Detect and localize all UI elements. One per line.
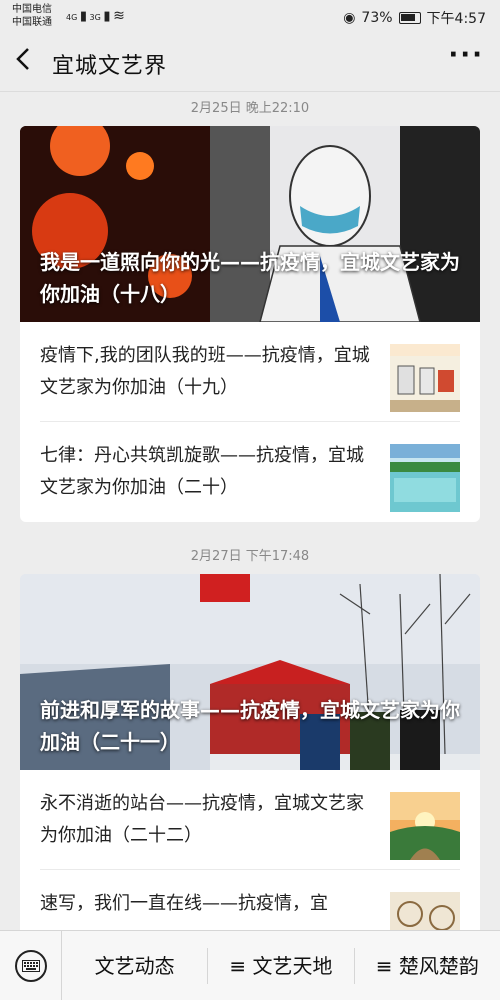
cover-title: 前进和厚军的故事——抗疫情，宜城文艺家为你加油（二十一） (40, 698, 460, 754)
article-title: 疫情下,我的团队我的班——抗疫情，宜城文艺家为你加油（十九） (40, 345, 370, 398)
page-title: 宜城文艺界 (52, 54, 168, 79)
article-thumbnail (390, 792, 460, 860)
signal-indicator: 4G ▮ 3G ▮ ≋ (66, 8, 125, 24)
menu-item-chufeng-chuyun[interactable]: ≡ 楚风楚韵 (355, 948, 500, 984)
thumbnail-image (390, 344, 460, 412)
keyboard-glyph (21, 959, 40, 972)
article-title: 七律：丹心共筑凯旋歌——抗疫情，宜城文艺家为你加油（二十） (40, 445, 364, 498)
article-thumbnail (390, 344, 460, 412)
article-title: 速写，我们一直在线——抗疫情，宜 (40, 893, 328, 914)
app-header: 宜城文艺界 ··· (0, 34, 500, 92)
back-icon[interactable] (14, 46, 32, 78)
cover-article[interactable]: 我是一道照向你的光——抗疫情，宜城文艺家为你加油（十八） (20, 126, 480, 322)
status-right: ◉ 73% 下午4:57 (343, 8, 486, 28)
wifi-icon: ≋ (113, 8, 125, 24)
more-icon[interactable]: ··· (448, 40, 484, 70)
chevron-left-icon (16, 48, 29, 70)
carrier-info: 中国电信 中国联通 (12, 3, 52, 29)
battery-icon (398, 12, 421, 24)
article-card: 我是一道照向你的光——抗疫情，宜城文艺家为你加油（十八） 疫情下,我的团队我的班… (20, 126, 480, 522)
thumbnail-image (390, 792, 460, 860)
menu-item-wenyi-dongtai[interactable]: 文艺动态 (62, 947, 209, 984)
message-group-2: 2月27日 下午17:48 前进和厚军的故事——抗疫情，宜城文艺家为你加油（二十… (0, 540, 500, 970)
bottom-menu: 文艺动态 ≡ 文艺天地 ≡ 楚风楚韵 (0, 930, 500, 1000)
article-item[interactable]: 疫情下,我的团队我的班——抗疫情，宜城文艺家为你加油（十九） (40, 322, 460, 422)
clock: 下午4:57 (426, 11, 486, 27)
carrier-1: 中国电信 (12, 4, 52, 15)
article-item[interactable]: 永不消逝的站台——抗疫情，宜城文艺家为你加油（二十二） (40, 770, 460, 870)
battery-percent: 73% (361, 10, 393, 26)
thumbnail-image (390, 444, 460, 512)
keyboard-icon (14, 949, 47, 982)
status-bar: 中国电信 中国联通 4G ▮ 3G ▮ ≋ ◉ 73% 下午4:57 (0, 0, 500, 34)
carrier-2: 中国联通 (12, 17, 52, 28)
article-item[interactable]: 七律：丹心共筑凯旋歌——抗疫情，宜城文艺家为你加油（二十） (40, 422, 460, 522)
signal-bars-icon: ▮ (79, 9, 87, 24)
message-timestamp: 2月27日 下午17:48 (190, 549, 310, 564)
menu-item-wenyi-tiandi[interactable]: ≡ 文艺天地 (208, 947, 355, 984)
message-group-1: 2月25日 晚上22:10 我是一道照向你的光——抗疫情，宜城文艺家为你加油（十… (0, 92, 500, 522)
cover-article[interactable]: 前进和厚军的故事——抗疫情，宜城文艺家为你加油（二十一） (20, 574, 480, 770)
signal-1: 4G (66, 13, 78, 22)
signal-bars-icon-2: ▮ (103, 9, 111, 24)
eye-icon: ◉ (343, 10, 356, 26)
article-thumbnail (390, 444, 460, 512)
article-card: 前进和厚军的故事——抗疫情，宜城文艺家为你加油（二十一） 永不消逝的站台——抗疫… (20, 574, 480, 970)
keyboard-toggle[interactable] (0, 931, 62, 1000)
message-timestamp: 2月25日 晚上22:10 (190, 101, 310, 116)
cover-title: 我是一道照向你的光——抗疫情，宜城文艺家为你加油（十八） (40, 250, 460, 306)
article-title: 永不消逝的站台——抗疫情，宜城文艺家为你加油（二十二） (40, 793, 364, 846)
signal-2: 3G (89, 13, 101, 22)
